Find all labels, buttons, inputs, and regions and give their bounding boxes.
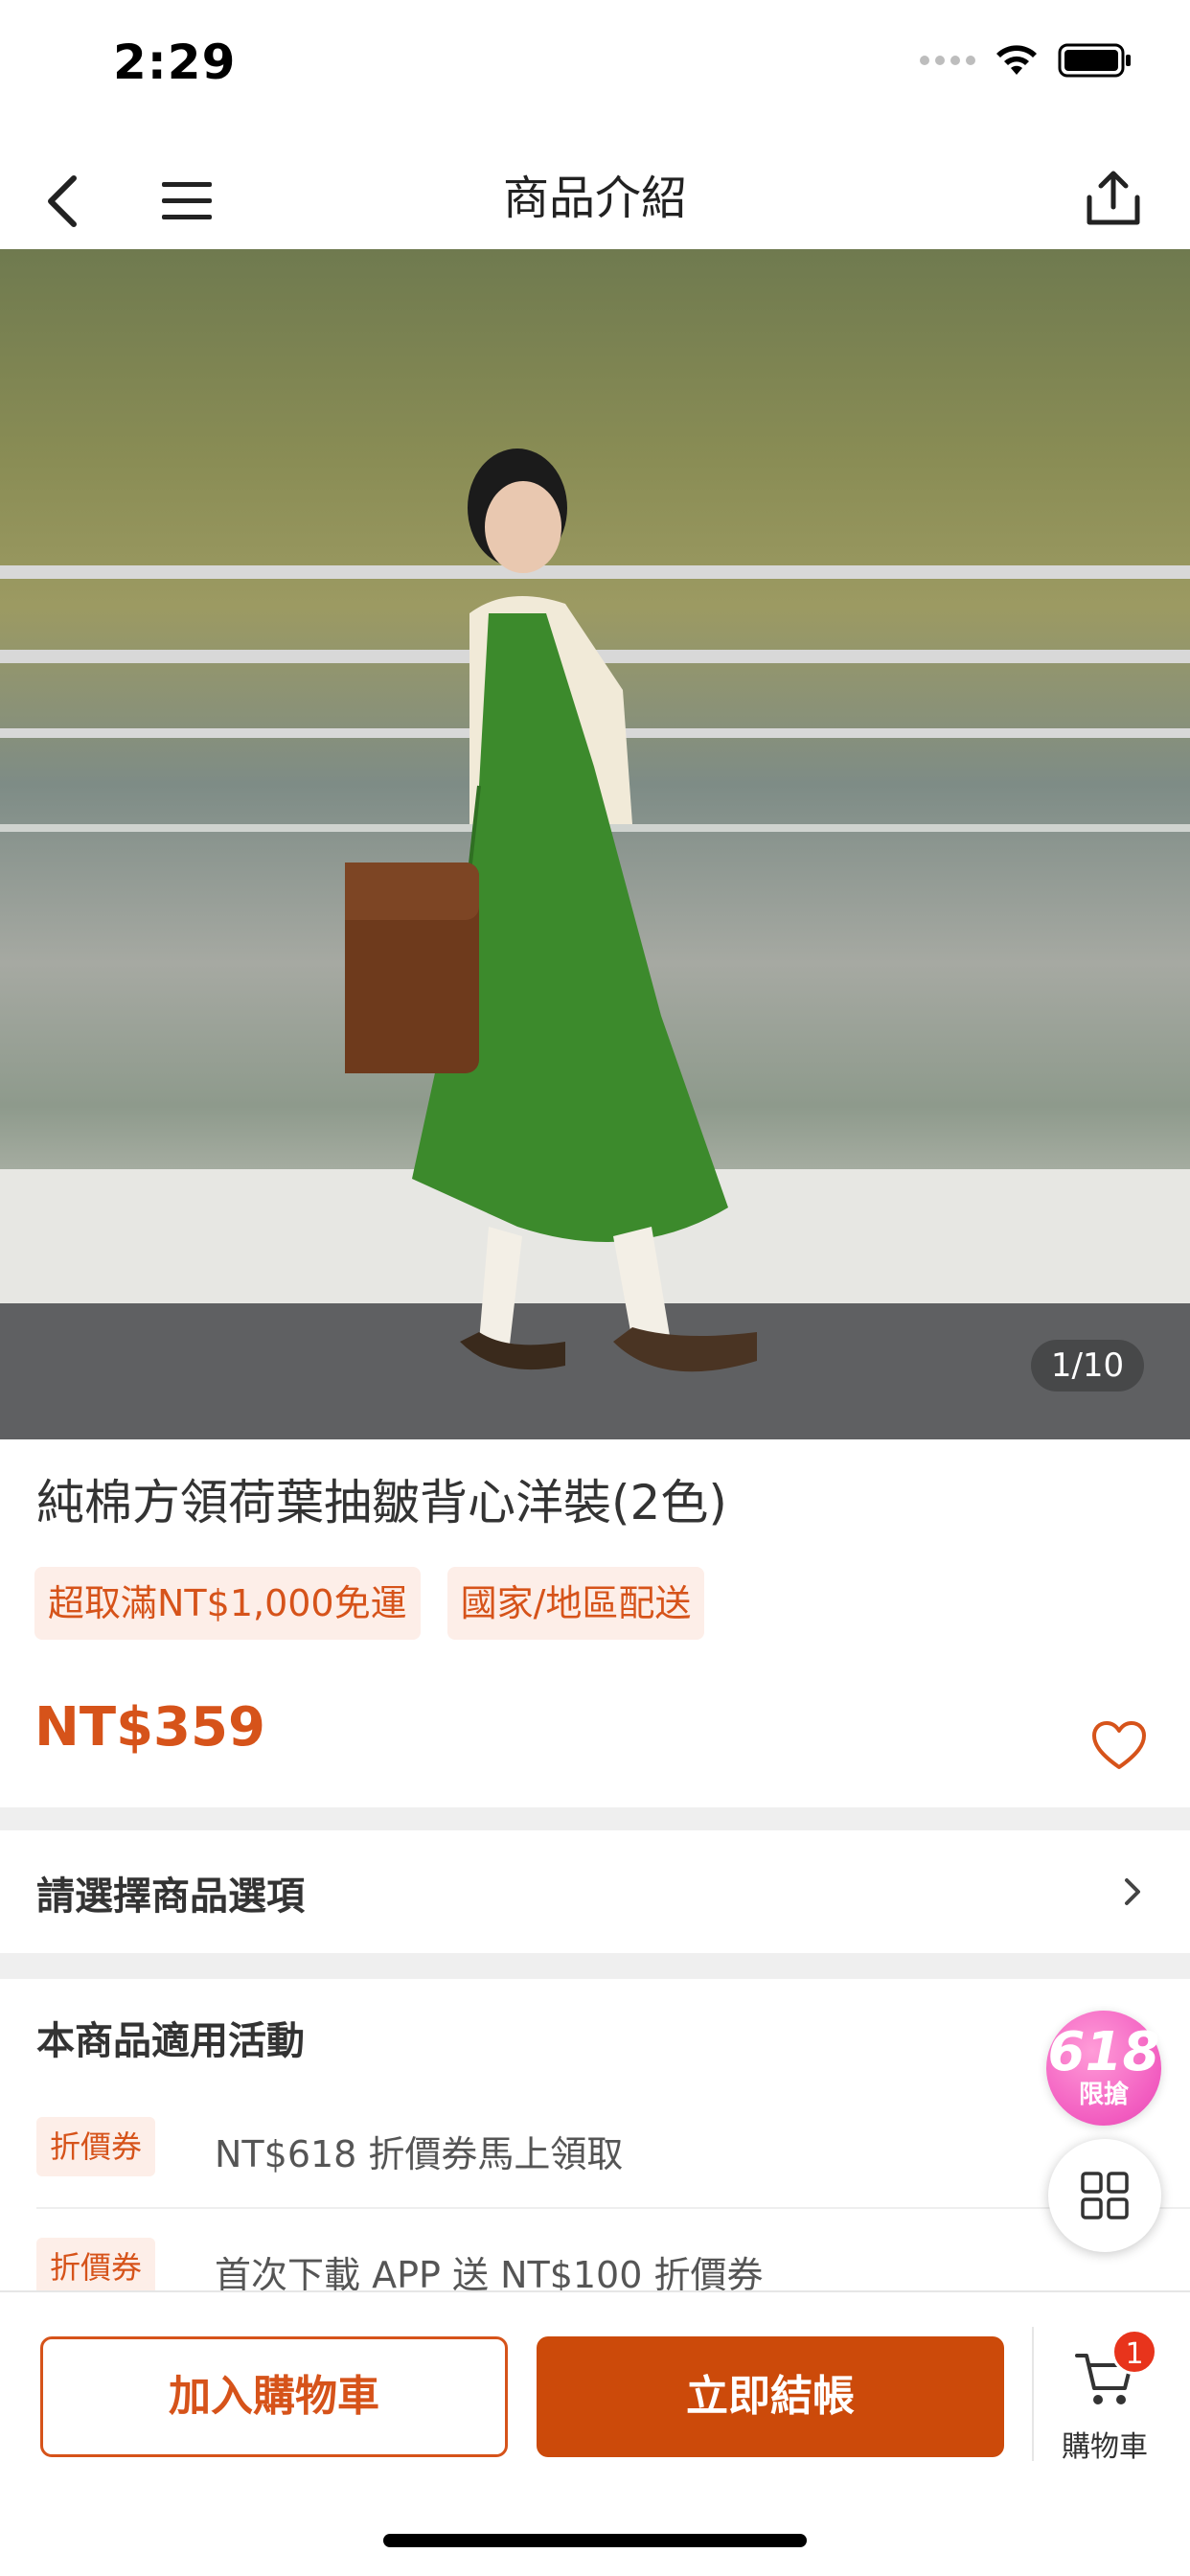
free-shipping-tag: 超取滿NT$1,000免運 xyxy=(34,1567,421,1640)
heart-icon xyxy=(1092,1721,1146,1769)
chevron-right-icon xyxy=(1125,1878,1140,1905)
divider xyxy=(1032,2327,1034,2461)
618-promo-badge[interactable]: 618 限搶 xyxy=(1046,2011,1161,2126)
status-bar: 2:29 xyxy=(0,0,1190,129)
product-title: 純棉方領荷葉抽皺背心洋裝(2色) xyxy=(36,1475,727,1530)
promotion-item[interactable]: 折價券 NT$618 折價券馬上領取 xyxy=(36,2090,1190,2209)
promo-badge-number: 618 xyxy=(1047,2021,1160,2083)
product-options-row[interactable]: 請選擇商品選項 xyxy=(0,1830,1190,1953)
page-title: 商品介紹 xyxy=(502,172,687,225)
favorite-button[interactable] xyxy=(1090,1717,1148,1775)
section-divider xyxy=(0,1953,1190,1979)
promotion-text: NT$618 折價券馬上領取 xyxy=(215,2133,624,2175)
options-label: 請選擇商品選項 xyxy=(36,1874,305,1919)
image-counter: 1/10 xyxy=(1031,1340,1144,1392)
coupon-tag: 折價券 xyxy=(36,2238,156,2297)
status-icons xyxy=(920,42,1133,79)
share-button[interactable] xyxy=(1075,160,1152,237)
model-figure xyxy=(345,448,757,1372)
promotions-heading: 本商品適用活動 xyxy=(36,2019,305,2063)
shipping-tags: 超取滿NT$1,000免運 國家/地區配送 xyxy=(34,1567,705,1640)
grid-menu-button[interactable] xyxy=(1048,2139,1161,2252)
cart-count-badge: 1 xyxy=(1111,2329,1157,2375)
price: NT$359 xyxy=(34,1696,265,1759)
wifi-icon xyxy=(996,45,1037,75)
delivery-region-tag[interactable]: 國家/地區配送 xyxy=(446,1567,705,1640)
home-indicator[interactable] xyxy=(383,2534,807,2547)
promo-badge-label: 限搶 xyxy=(1078,2081,1129,2109)
share-icon xyxy=(1087,171,1140,225)
promotions-section: 本商品適用活動 折價券 NT$618 折價券馬上領取 折價券 首次下載 APP … xyxy=(0,1979,1190,2297)
battery-icon xyxy=(1058,43,1131,78)
checkout-button[interactable]: 立即結帳 xyxy=(537,2336,1004,2457)
add-to-cart-button[interactable]: 加入購物車 xyxy=(40,2336,508,2457)
status-time: 2:29 xyxy=(113,34,237,90)
section-divider xyxy=(0,1807,1190,1830)
coupon-tag: 折價券 xyxy=(36,2117,156,2176)
nav-bar: 商品介紹 xyxy=(0,149,1190,249)
product-image[interactable]: 1/10 xyxy=(0,249,1190,1439)
grid-icon xyxy=(1081,2172,1129,2220)
signal-icon xyxy=(920,56,975,65)
cart-label: 購物車 xyxy=(1062,2430,1148,2464)
cart-button[interactable]: 1 購物車 xyxy=(1044,2329,1165,2469)
